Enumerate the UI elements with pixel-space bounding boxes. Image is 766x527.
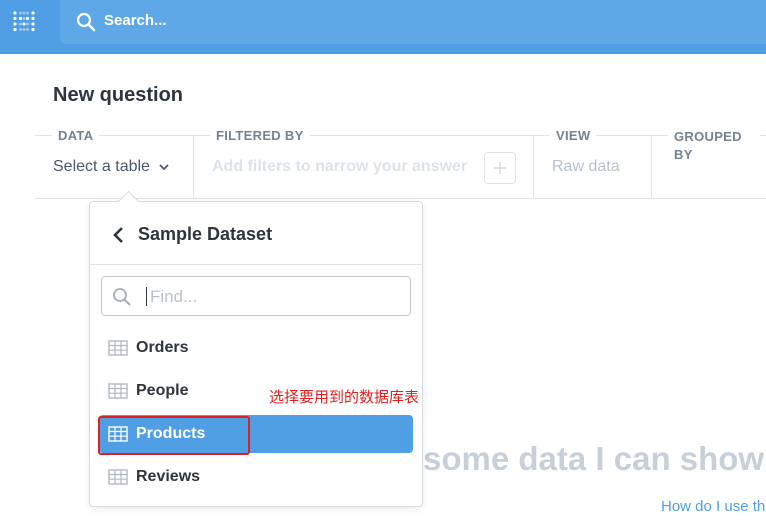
search-icon <box>113 288 131 306</box>
logo-icon <box>13 11 35 32</box>
data-section: DATA Select a table <box>35 128 193 198</box>
table-icon <box>108 340 128 356</box>
database-name: Sample Dataset <box>138 224 273 244</box>
table-item-label: Reviews <box>136 468 201 485</box>
text-cursor <box>146 287 147 306</box>
search-icon <box>76 12 96 32</box>
select-table-label: Select a table <box>53 158 150 175</box>
search-placeholder: Search... <box>104 12 167 29</box>
global-search[interactable]: Search... <box>60 0 766 44</box>
top-nav-bar: Search... <box>0 0 766 54</box>
view-section: VIEW Raw data <box>534 128 651 198</box>
find-table-field[interactable] <box>101 276 411 316</box>
grouped-by-section: GROUPED BY <box>652 128 766 198</box>
view-legend: VIEW <box>550 128 597 143</box>
empty-state-headline: some data I can show <box>423 440 765 477</box>
select-table-dropdown[interactable]: Select a table <box>53 158 170 176</box>
table-picker-popover: Sample Dataset Orders People <box>89 190 423 507</box>
query-builder: DATA Select a table FILTERED BY Add filt… <box>35 128 766 199</box>
table-item-orders[interactable]: Orders <box>99 329 413 367</box>
filter-legend: FILTERED BY <box>210 128 310 143</box>
annotation-highlight-box <box>98 416 250 455</box>
view-value[interactable]: Raw data <box>552 158 620 176</box>
table-icon <box>108 383 128 399</box>
filter-placeholder[interactable]: Add filters to narrow your answer <box>212 158 467 176</box>
table-item-label: Orders <box>136 339 189 356</box>
table-item-label: People <box>136 382 189 399</box>
data-legend: DATA <box>52 128 100 143</box>
grouped-by-legend: GROUPED BY <box>668 128 760 164</box>
add-filter-button[interactable] <box>484 152 516 184</box>
metabase-logo[interactable] <box>0 0 48 44</box>
table-icon <box>108 469 128 485</box>
table-item-reviews[interactable]: Reviews <box>99 458 413 496</box>
plus-icon <box>494 162 506 174</box>
annotation-text: 选择要用到的数据库表 <box>269 388 420 406</box>
popover-header[interactable]: Sample Dataset <box>90 202 422 265</box>
find-input[interactable] <box>148 284 392 310</box>
page-title: New question <box>53 84 184 106</box>
help-link[interactable]: How do I use th <box>661 498 765 515</box>
chevron-down-icon <box>159 164 169 171</box>
chevron-left-icon[interactable] <box>112 226 126 244</box>
filter-section: FILTERED BY Add filters to narrow your a… <box>194 128 533 198</box>
